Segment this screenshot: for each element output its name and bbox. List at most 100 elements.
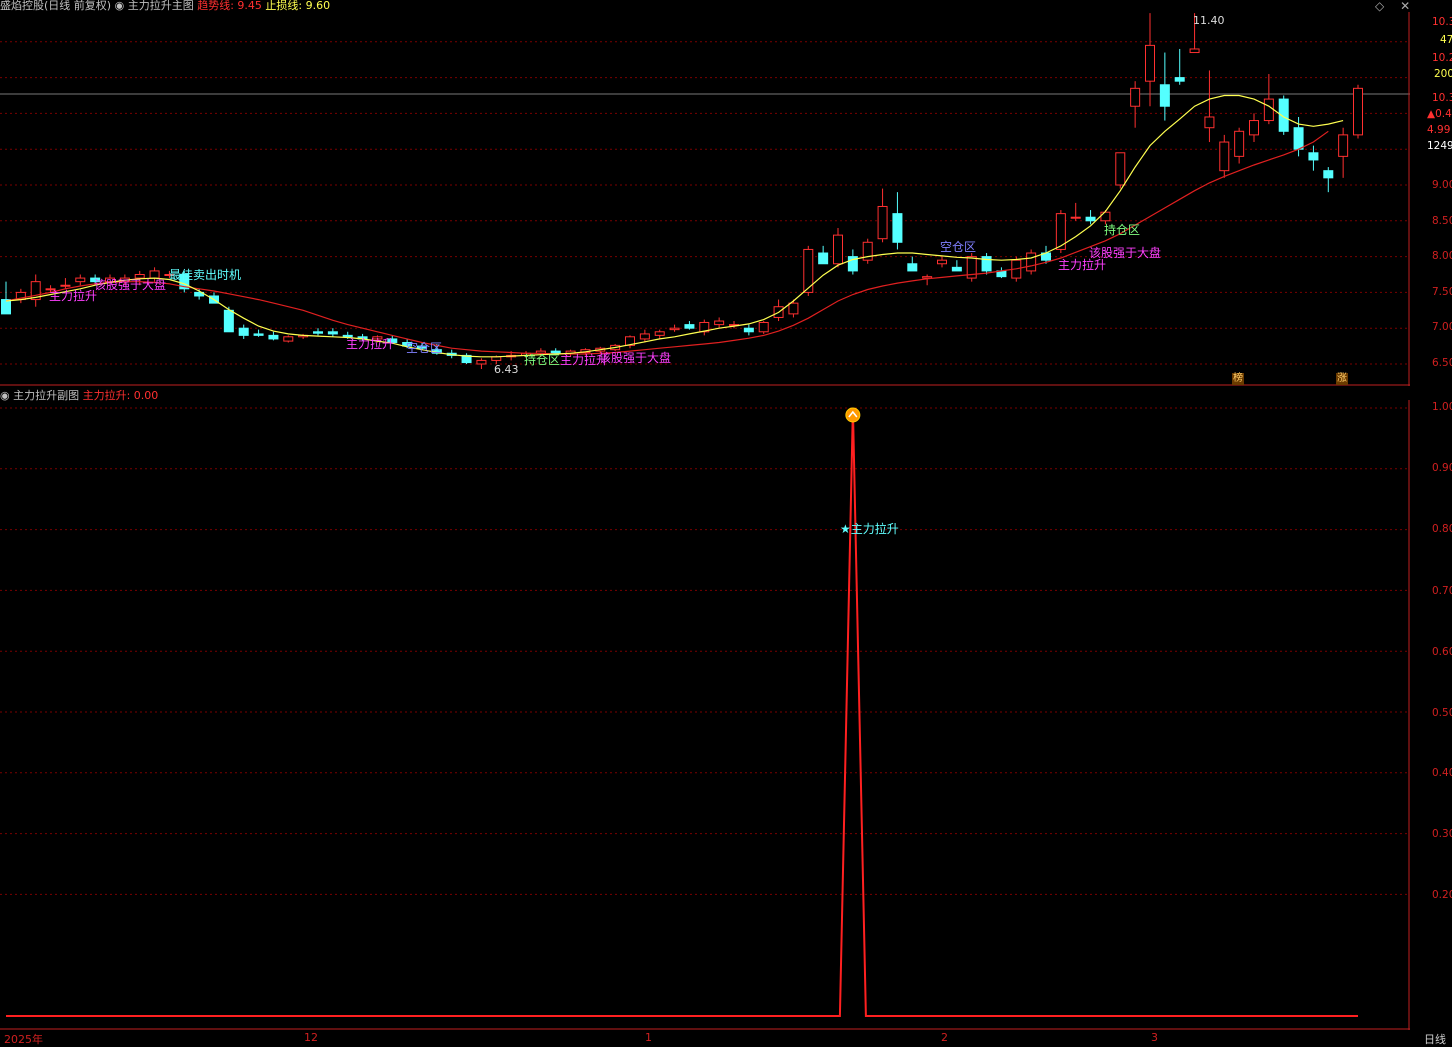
candle-body [684,324,695,329]
ma-long-line [5,130,1329,355]
candle-body [1100,211,1111,222]
candlestick-chart[interactable] [0,12,1410,386]
candle-body [1145,44,1155,82]
quote-price: 10.3 [1432,16,1452,28]
candle-body [922,276,933,279]
candle-body [149,270,160,279]
candle-body [788,302,799,315]
date-label: 2025年 [4,1033,43,1046]
main-indicator-name[interactable]: 主力拉升主图 [128,0,194,12]
stronger-than-market-label: 该股强于大盘 [1089,246,1162,260]
candle-body [1234,130,1245,157]
sub-tick: 0.30 [1432,828,1452,840]
price-tick: 7.50 [1432,286,1452,298]
quote-price: 10.3 [1432,92,1452,104]
candle-body [951,266,962,272]
sub-tick: 0.60 [1432,646,1452,658]
limit-up-tag[interactable]: 涨 [1336,373,1348,385]
candle-body [283,336,294,342]
candle-body [1115,152,1126,186]
main-rise-label: 主力拉升 [49,289,98,303]
candle-body [1353,87,1363,136]
candle-body [758,321,769,333]
candle-body [75,277,86,283]
price-tick: 9.00 [1432,179,1452,191]
trend-line-value: 趋势线: 9.45 [197,0,262,12]
period-selector[interactable]: 日线 [1424,1031,1446,1047]
candle-body [1070,216,1081,219]
candle-body [714,320,725,326]
price-tick: 8.00 [1432,250,1452,262]
date-label: 2 [941,1031,948,1044]
stronger-than-market-label: 该股强于大盘 [94,278,167,292]
candle-body [1293,127,1304,150]
sub-tick: 0.80 [1432,523,1452,535]
candle-body [1174,77,1185,82]
candle-body [833,234,843,265]
candle-body [268,334,279,340]
quote-change: ▲0.4 [1427,108,1452,120]
candle-body [1263,98,1274,122]
candle-body [1249,120,1259,136]
candle-body [743,327,754,333]
quote-change-pct: 4.99 [1427,124,1451,136]
candle-body [60,284,71,287]
quote-price: 10.2 [1432,52,1452,64]
candle-body [253,333,264,336]
candle-body [1219,141,1230,172]
price-tick: 7.00 [1432,321,1452,333]
candle-body [223,309,234,333]
candle-body [1,299,11,315]
sub-tick: 1.00 [1432,401,1452,413]
candle-body [313,331,323,334]
best-sell-label: 最佳卖出时机 [169,268,242,282]
candle-body [1130,87,1141,107]
price-tick: 6.50 [1432,357,1452,369]
low-price-label: 6.43 [494,363,519,376]
candle-body [1308,152,1319,161]
stock-name[interactable]: 盛焰控股(日线 前复权) [0,0,111,12]
stop-line-value: 止损线: 9.60 [265,0,331,12]
candle-body [1026,252,1037,272]
ma-short-line [5,94,1344,358]
ranking-tag[interactable]: 榜 [1232,373,1244,385]
sub-rise-star-label: ★主力拉升 [840,522,899,536]
candle-body [877,205,888,240]
candle-body [892,213,903,243]
sub-tick: 0.70 [1432,585,1452,597]
candle-body [907,263,918,272]
candle-body [1189,48,1200,54]
main-title-bar: 盛焰控股(日线 前复权) ◉ 主力拉升主图 趋势线: 9.45 止损线: 9.6… [0,0,330,12]
empty-position-label: 空仓区 [406,341,443,355]
candle-body [476,359,487,365]
candle-body [238,327,249,336]
sub-tick: 0.50 [1432,707,1452,719]
date-label: 12 [304,1031,318,1044]
candle-body [937,259,947,265]
candle-body [1323,170,1334,179]
sub-tick: 0.40 [1432,767,1452,779]
high-price-label: 11.40 [1193,14,1225,27]
empty-position-label: 空仓区 [940,240,977,254]
candle-body [327,331,338,335]
sub-tick: 0.90 [1432,462,1452,474]
candle-body [818,252,829,265]
holding-zone-label: 持仓区 [1104,223,1141,237]
stronger-than-market-label: 该股强于大盘 [599,351,672,365]
candle-body [1085,216,1096,222]
indicator-selector-icon[interactable]: ◉ [115,0,125,12]
date-label: 1 [645,1031,652,1044]
main-rise-label: 主力拉升 [346,337,395,351]
quote-volume: 47 [1440,34,1452,46]
candle-body [639,333,650,340]
candle-body [669,327,680,331]
sub-indicator-chart[interactable] [0,400,1410,1030]
quote-volume: 200 [1434,68,1452,80]
candle-body [1204,116,1215,129]
price-tick: 8.50 [1432,215,1452,227]
holding-zone-label: 持仓区 [524,353,561,367]
signal-marker-icon [845,407,861,423]
quote-amount: 1249 [1427,140,1452,152]
candle-body [1159,84,1170,107]
date-label: 3 [1151,1031,1158,1044]
